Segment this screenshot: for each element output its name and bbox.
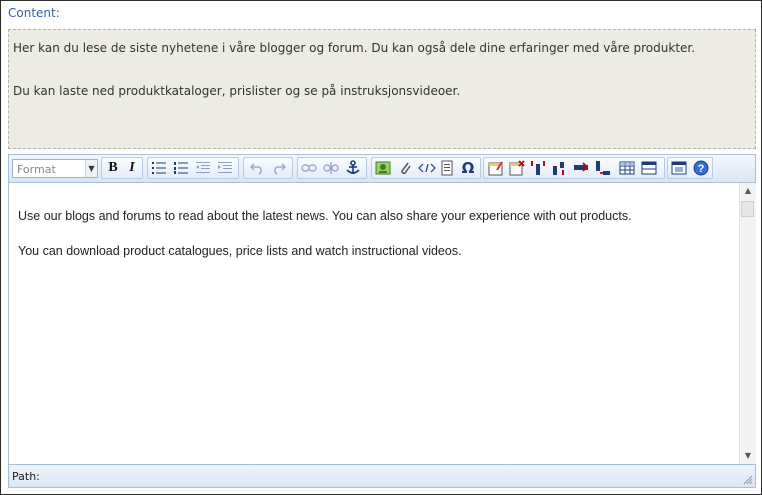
outdent-icon xyxy=(196,162,210,173)
vertical-scrollbar[interactable]: ▲ ▼ xyxy=(739,183,756,464)
path-label: Path: xyxy=(12,470,40,483)
editor-statusbar: Path: xyxy=(9,464,755,487)
attachment-button[interactable] xyxy=(395,158,415,178)
help-icon: ? xyxy=(693,160,709,176)
scroll-thumb[interactable] xyxy=(741,201,754,217)
insert-row-icon xyxy=(553,162,564,175)
bold-button[interactable]: B xyxy=(103,158,123,178)
rich-text-editor: Format ▼ B I Ω ? Use our blogs and forum… xyxy=(8,154,756,488)
merge-cells-icon xyxy=(574,162,589,172)
special-char-button[interactable]: Ω xyxy=(458,158,478,178)
numbered-list-icon xyxy=(174,162,188,174)
preview-paragraph: Du kan laste ned produktkataloger, prisl… xyxy=(13,84,461,98)
redo-icon xyxy=(274,163,286,175)
table-grid-icon xyxy=(641,161,657,175)
bold-icon: B xyxy=(108,160,118,175)
template-icon xyxy=(441,160,453,176)
scroll-down-button[interactable]: ▼ xyxy=(740,448,756,464)
insert-col-icon xyxy=(531,161,545,175)
scroll-up-button[interactable]: ▲ xyxy=(740,183,756,199)
svg-text:?: ? xyxy=(698,163,705,175)
format-dropdown[interactable]: Format ▼ xyxy=(12,159,98,178)
undo-icon xyxy=(250,163,262,175)
link-icon xyxy=(301,164,317,172)
undo-button[interactable] xyxy=(247,158,267,178)
chevron-down-icon: ▼ xyxy=(85,160,97,177)
merge-cells-button[interactable] xyxy=(571,158,591,178)
editor-toolbar: Format ▼ B I Ω ? xyxy=(9,155,755,183)
anchor-button[interactable] xyxy=(343,158,363,178)
template-button[interactable] xyxy=(437,158,457,178)
image-icon xyxy=(375,161,391,175)
indent-button[interactable] xyxy=(215,158,235,178)
split-cells-button[interactable] xyxy=(593,158,613,178)
table-grid-button[interactable] xyxy=(639,158,659,178)
redo-button[interactable] xyxy=(269,158,289,178)
italic-icon: I xyxy=(129,160,135,175)
numbered-list-button[interactable] xyxy=(171,158,191,178)
unlink-button[interactable] xyxy=(321,158,341,178)
bullet-list-icon xyxy=(152,162,166,174)
italic-button[interactable]: I xyxy=(122,158,142,178)
insert-table-icon xyxy=(619,161,635,175)
insert-row-button[interactable] xyxy=(549,158,569,178)
indent-icon xyxy=(218,162,232,173)
fullscreen-button[interactable] xyxy=(669,158,689,178)
image-button[interactable] xyxy=(373,158,393,178)
format-dropdown-value: Format xyxy=(17,163,56,176)
fullscreen-icon xyxy=(671,161,687,175)
attachment-icon xyxy=(401,162,411,175)
editor-paragraph: You can download product catalogues, pri… xyxy=(18,244,462,258)
insert-table-button[interactable] xyxy=(617,158,637,178)
split-cells-icon xyxy=(596,161,610,175)
insert-col-button[interactable] xyxy=(528,158,548,178)
unlink-icon xyxy=(323,162,339,174)
delete-table-icon xyxy=(509,160,525,176)
link-button[interactable] xyxy=(299,158,319,178)
content-editor-panel: Content: Her kan du lese de siste nyhete… xyxy=(0,0,762,495)
help-button[interactable]: ? xyxy=(691,158,711,178)
content-label: Content: xyxy=(8,6,60,20)
outdent-button[interactable] xyxy=(193,158,213,178)
table-props-icon xyxy=(488,161,503,176)
anchor-icon xyxy=(346,160,360,174)
bullet-list-button[interactable] xyxy=(149,158,169,178)
special-char-icon: Ω xyxy=(461,159,475,177)
resize-grip-icon[interactable] xyxy=(743,475,753,485)
html-source-icon xyxy=(418,163,436,173)
html-source-button[interactable] xyxy=(417,158,437,178)
original-content-preview: Her kan du lese de siste nyhetene i våre… xyxy=(8,29,756,149)
preview-paragraph: Her kan du lese de siste nyhetene i våre… xyxy=(13,41,696,55)
delete-table-button[interactable] xyxy=(507,158,527,178)
table-props-button[interactable] xyxy=(486,158,506,178)
editor-body[interactable]: Use our blogs and forums to read about t… xyxy=(9,183,739,464)
editor-paragraph: Use our blogs and forums to read about t… xyxy=(18,209,632,223)
